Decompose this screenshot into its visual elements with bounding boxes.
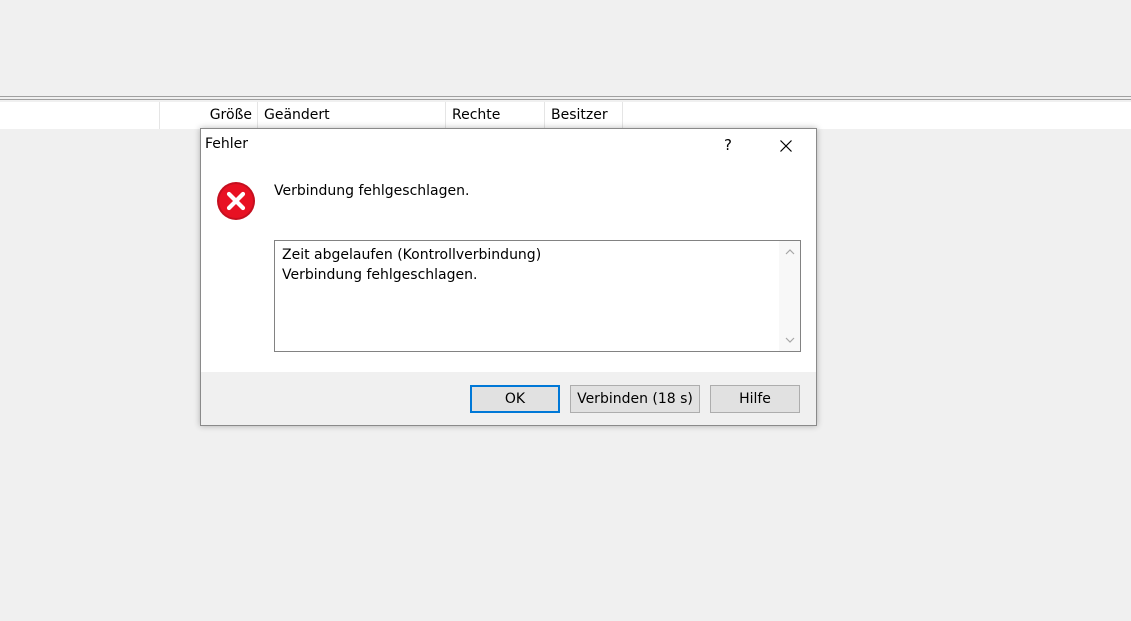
file-list-header: Größe Geändert Rechte Besitzer [0,102,1131,129]
close-button[interactable] [763,129,809,161]
dialog-title: Fehler [205,136,249,152]
close-icon [780,139,792,152]
error-details-text: Zeit abgelaufen (Kontrollverbindung) Ver… [282,245,541,285]
column-header-name[interactable] [0,102,160,129]
dialog-button-bar: OK Verbinden (18 s) Hilfe [201,372,816,425]
pane-divider[interactable] [0,96,1131,100]
details-line: Zeit abgelaufen (Kontrollverbindung) [282,247,542,263]
scroll-down-button[interactable] [779,331,800,349]
help-button[interactable]: Hilfe [710,385,800,413]
scroll-up-button[interactable] [779,243,800,261]
column-header-permissions[interactable]: Rechte [446,102,545,129]
chevron-up-icon [785,249,794,255]
column-header-size[interactable]: Größe [160,102,258,129]
details-line: Verbindung fehlgeschlagen. [282,267,478,283]
column-header-modified[interactable]: Geändert [258,102,446,129]
error-dialog: Fehler ? Verbindung fehlgeschlagen. Zeit… [200,128,817,426]
ok-button[interactable]: OK [470,385,560,413]
column-header-owner[interactable]: Besitzer [545,102,623,129]
details-scrollbar[interactable] [779,241,800,351]
error-icon [217,182,255,220]
error-details-textarea[interactable]: Zeit abgelaufen (Kontrollverbindung) Ver… [274,240,801,352]
error-message: Verbindung fehlgeschlagen. [274,183,470,199]
reconnect-button[interactable]: Verbinden (18 s) [570,385,700,413]
help-title-button[interactable]: ? [705,129,751,161]
chevron-down-icon [785,337,794,343]
